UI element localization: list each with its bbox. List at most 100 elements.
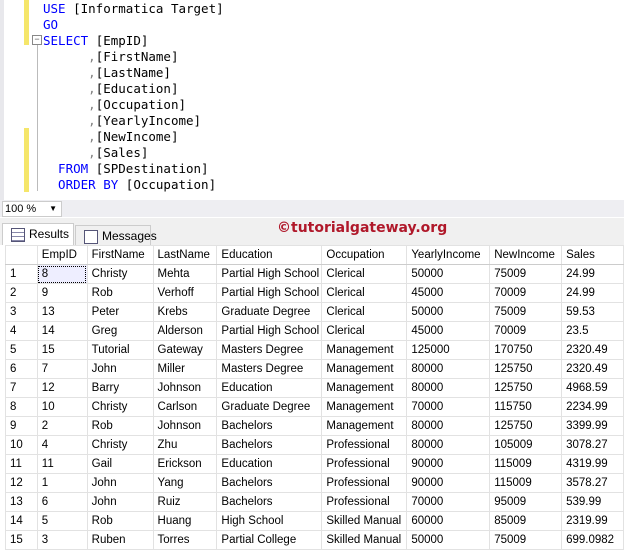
table-cell[interactable]: Peter — [86, 302, 154, 322]
table-cell[interactable]: Bachelors — [216, 473, 323, 493]
column-header[interactable]: NewIncome — [489, 245, 563, 265]
table-cell[interactable]: 24.99 — [561, 264, 624, 284]
table-cell[interactable]: 80000 — [406, 435, 491, 455]
table-cell[interactable]: Miller — [152, 359, 218, 379]
table-cell[interactable]: 9 — [36, 283, 88, 303]
table-cell[interactable]: 60000 — [406, 511, 491, 531]
table-cell[interactable]: 23.5 — [561, 321, 624, 341]
table-cell[interactable]: Verhoff — [152, 283, 218, 303]
column-header[interactable]: EmpID — [36, 245, 88, 265]
row-number[interactable]: 11 — [5, 454, 38, 474]
table-cell[interactable]: 50000 — [406, 264, 491, 284]
table-cell[interactable]: 80000 — [406, 378, 491, 398]
table-cell[interactable]: Alderson — [152, 321, 218, 341]
table-cell[interactable]: Torres — [152, 530, 218, 550]
table-cell[interactable]: 170750 — [489, 340, 563, 360]
table-cell[interactable]: 115009 — [489, 473, 563, 493]
sql-editor[interactable]: − USE [Informatica Target] GO SELECT [EmpI… — [0, 0, 624, 200]
table-cell[interactable]: Rob — [86, 283, 154, 303]
table-cell[interactable]: Clerical — [321, 283, 408, 303]
table-cell[interactable]: Christy — [86, 435, 154, 455]
table-cell[interactable]: 50000 — [406, 302, 491, 322]
table-cell[interactable]: 3578.27 — [561, 473, 624, 493]
table-cell[interactable]: 15 — [36, 340, 88, 360]
table-cell[interactable]: 3399.99 — [561, 416, 624, 436]
table-cell[interactable]: High School — [216, 511, 323, 531]
table-cell[interactable]: 70000 — [406, 397, 491, 417]
column-header[interactable]: YearlyIncome — [406, 245, 491, 265]
table-cell[interactable]: Masters Degree — [216, 340, 323, 360]
table-cell[interactable]: Graduate Degree — [216, 397, 323, 417]
table-cell[interactable]: Barry — [86, 378, 154, 398]
row-number[interactable]: 8 — [5, 397, 38, 417]
table-cell[interactable]: 125750 — [489, 378, 563, 398]
table-cell[interactable]: 12 — [36, 378, 88, 398]
row-number[interactable]: 10 — [5, 435, 38, 455]
table-cell[interactable]: Professional — [321, 473, 408, 493]
row-number[interactable]: 1 — [5, 264, 38, 284]
table-cell[interactable]: 115009 — [489, 454, 563, 474]
row-number[interactable]: 2 — [5, 283, 38, 303]
table-cell[interactable]: 7 — [36, 359, 88, 379]
table-cell[interactable]: Carlson — [152, 397, 218, 417]
table-cell[interactable]: 70009 — [489, 321, 563, 341]
column-header[interactable]: LastName — [152, 245, 218, 265]
table-cell[interactable]: Skilled Manual — [321, 530, 408, 550]
table-cell[interactable]: Graduate Degree — [216, 302, 323, 322]
row-number[interactable]: 9 — [5, 416, 38, 436]
table-cell[interactable]: Clerical — [321, 302, 408, 322]
table-cell[interactable]: Greg — [86, 321, 154, 341]
table-cell[interactable]: Mehta — [152, 264, 218, 284]
table-cell[interactable]: Partial College — [216, 530, 323, 550]
table-cell[interactable]: 45000 — [406, 283, 491, 303]
table-cell[interactable]: 115750 — [489, 397, 563, 417]
table-cell[interactable]: 8 — [36, 264, 88, 284]
column-header[interactable]: Sales — [561, 245, 624, 265]
table-cell[interactable]: 699.0982 — [561, 530, 624, 550]
table-cell[interactable]: Education — [216, 454, 323, 474]
table-cell[interactable]: 90000 — [406, 473, 491, 493]
column-header[interactable]: Occupation — [321, 245, 408, 265]
table-cell[interactable]: 80000 — [406, 416, 491, 436]
table-cell[interactable]: Management — [321, 378, 408, 398]
table-cell[interactable]: 125000 — [406, 340, 491, 360]
table-cell[interactable]: 3078.27 — [561, 435, 624, 455]
table-cell[interactable]: Management — [321, 416, 408, 436]
table-cell[interactable]: 45000 — [406, 321, 491, 341]
tab-results[interactable]: Results — [2, 223, 74, 245]
table-cell[interactable]: 4 — [36, 435, 88, 455]
table-cell[interactable]: Johnson — [152, 378, 218, 398]
table-cell[interactable]: 125750 — [489, 359, 563, 379]
tab-messages[interactable]: Messages — [75, 225, 157, 247]
row-number[interactable]: 7 — [5, 378, 38, 398]
table-cell[interactable]: 4968.59 — [561, 378, 624, 398]
table-cell[interactable]: Christy — [86, 264, 154, 284]
table-cell[interactable]: Gail — [86, 454, 154, 474]
table-cell[interactable]: 125750 — [489, 416, 563, 436]
table-cell[interactable]: 11 — [36, 454, 88, 474]
row-number[interactable]: 12 — [5, 473, 38, 493]
row-number[interactable]: 4 — [5, 321, 38, 341]
table-cell[interactable]: 2320.49 — [561, 340, 624, 360]
table-cell[interactable]: 1 — [36, 473, 88, 493]
table-cell[interactable]: 13 — [36, 302, 88, 322]
table-cell[interactable]: Bachelors — [216, 416, 323, 436]
table-cell[interactable]: 59.53 — [561, 302, 624, 322]
row-number[interactable]: 13 — [5, 492, 38, 512]
table-cell[interactable]: Johnson — [152, 416, 218, 436]
table-cell[interactable]: Partial High School — [216, 264, 323, 284]
table-cell[interactable]: 3 — [36, 530, 88, 550]
table-cell[interactable]: 4319.99 — [561, 454, 624, 474]
table-cell[interactable]: 24.99 — [561, 283, 624, 303]
row-number[interactable]: 5 — [5, 340, 38, 360]
table-cell[interactable]: Partial High School — [216, 283, 323, 303]
table-cell[interactable]: Clerical — [321, 264, 408, 284]
table-cell[interactable]: 80000 — [406, 359, 491, 379]
row-number[interactable]: 6 — [5, 359, 38, 379]
table-cell[interactable]: Ruben — [86, 530, 154, 550]
table-cell[interactable]: 2 — [36, 416, 88, 436]
table-cell[interactable]: Huang — [152, 511, 218, 531]
table-cell[interactable]: Krebs — [152, 302, 218, 322]
table-cell[interactable]: Professional — [321, 454, 408, 474]
table-cell[interactable]: Professional — [321, 492, 408, 512]
